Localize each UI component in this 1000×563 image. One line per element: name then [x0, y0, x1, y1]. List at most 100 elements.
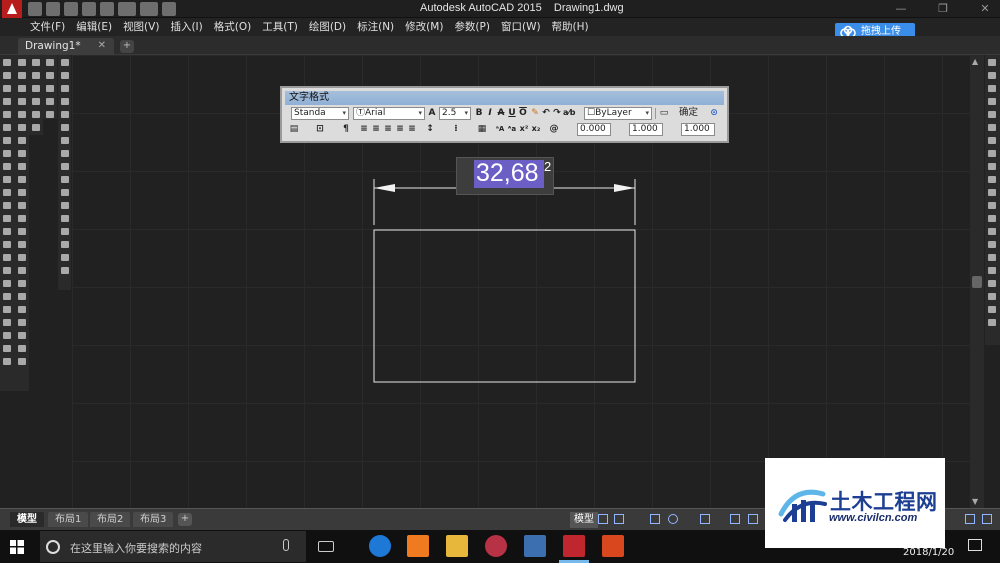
mtext-value[interactable]: 32,68	[476, 158, 539, 188]
toolbar-tool-icon[interactable]	[61, 189, 69, 196]
toolbar-tool-icon[interactable]	[988, 267, 996, 274]
toolbar-tool-icon[interactable]	[3, 202, 11, 209]
overline-button[interactable]: O	[518, 107, 528, 119]
annotative-icon[interactable]: A	[427, 107, 437, 119]
toolbar-tool-icon[interactable]	[61, 267, 69, 274]
toolbar-tool-icon[interactable]	[3, 189, 11, 196]
toolbar-tool-icon[interactable]	[3, 254, 11, 261]
toolbar-tool-icon[interactable]	[32, 111, 40, 118]
tab-layout1[interactable]: 布局1	[48, 512, 89, 527]
print-icon[interactable]	[100, 2, 114, 16]
toolbar-tool-icon[interactable]	[18, 124, 26, 131]
ruler-icon[interactable]: ▭	[659, 107, 669, 119]
toolbar-tool-icon[interactable]	[988, 215, 996, 222]
text-format-title[interactable]: 文字格式	[285, 91, 724, 105]
toolbar-tool-icon[interactable]	[18, 163, 26, 170]
toolbar-tool-icon[interactable]	[3, 280, 11, 287]
text-style-select[interactable]: Standa ▾	[291, 107, 349, 120]
polar-icon[interactable]	[668, 514, 678, 524]
toolbar-tool-icon[interactable]	[988, 176, 996, 183]
menu-modify[interactable]: 修改(M)	[405, 20, 450, 34]
toolbar-tool-icon[interactable]	[18, 150, 26, 157]
toolbar-tool-icon[interactable]	[18, 267, 26, 274]
toolbar-tool-icon[interactable]	[18, 358, 26, 365]
toolbar-tool-icon[interactable]	[32, 59, 40, 66]
scroll-thumb[interactable]	[972, 276, 982, 288]
align-center-icon[interactable]: ≡	[371, 123, 381, 135]
toolbar-tool-icon[interactable]	[61, 111, 69, 118]
font-select[interactable]: ⓉArial ▾	[353, 107, 425, 120]
save-icon[interactable]	[64, 2, 78, 16]
toolbar-tool-icon[interactable]	[3, 72, 11, 79]
notification-icon[interactable]	[968, 539, 982, 551]
toolbar-tool-icon[interactable]	[32, 124, 40, 131]
toolbar-tool-icon[interactable]	[61, 124, 69, 131]
open-file-icon[interactable]	[46, 2, 60, 16]
fullscreen-icon[interactable]	[965, 514, 975, 524]
toolbar-tool-icon[interactable]	[3, 137, 11, 144]
subscript-icon[interactable]: x₂	[531, 123, 541, 135]
browser-icon[interactable]	[407, 535, 429, 557]
menu-tools[interactable]: 工具(T)	[262, 20, 305, 34]
menu-dimension[interactable]: 标注(N)	[357, 20, 401, 34]
toolbar-tool-icon[interactable]	[61, 150, 69, 157]
toolbar-tool-icon[interactable]	[3, 85, 11, 92]
redo-icon[interactable]	[140, 2, 158, 16]
toolbar-tool-icon[interactable]	[46, 98, 54, 105]
toolbar-tool-icon[interactable]	[18, 72, 26, 79]
file-explorer-icon[interactable]	[446, 535, 468, 557]
osnap-icon[interactable]	[700, 514, 710, 524]
menu-help[interactable]: 帮助(H)	[552, 20, 596, 34]
toolbar-tool-icon[interactable]	[32, 85, 40, 92]
toolbar-tool-icon[interactable]	[32, 72, 40, 79]
taskbar-date[interactable]: 2018/1/20	[903, 547, 954, 558]
add-layout-button[interactable]: +	[178, 513, 192, 526]
toolbar-tool-icon[interactable]	[988, 254, 996, 261]
toolbar-tool-icon[interactable]	[18, 111, 26, 118]
menu-view[interactable]: 视图(V)	[123, 20, 166, 34]
toolbar-tool-icon[interactable]	[3, 345, 11, 352]
symbol-icon[interactable]: @	[549, 123, 559, 135]
toolbar-tool-icon[interactable]	[988, 241, 996, 248]
undo-text-icon[interactable]: ↶	[541, 107, 551, 119]
menu-parametric[interactable]: 参数(P)	[454, 20, 497, 34]
toolbar-tool-icon[interactable]	[3, 267, 11, 274]
toolbar-tool-icon[interactable]	[61, 254, 69, 261]
toolbar-tool-icon[interactable]	[18, 189, 26, 196]
toolbar-tool-icon[interactable]	[3, 241, 11, 248]
menu-insert[interactable]: 插入(I)	[170, 20, 209, 34]
paint-icon[interactable]	[485, 535, 507, 557]
text-color-select[interactable]: ☐ByLayer ▾	[584, 107, 652, 120]
mtext-justify-icon[interactable]: ⊡	[315, 123, 325, 135]
toolbar-tool-icon[interactable]	[988, 124, 996, 131]
toolbar-tool-icon[interactable]	[61, 163, 69, 170]
toolbar-tool-icon[interactable]	[61, 215, 69, 222]
toolbar-tool-icon[interactable]	[988, 98, 996, 105]
underline-button[interactable]: U	[507, 107, 517, 119]
toolbar-tool-icon[interactable]	[3, 111, 11, 118]
menu-draw[interactable]: 绘图(D)	[309, 20, 353, 34]
toolbar-tool-icon[interactable]	[988, 137, 996, 144]
toolbar-tool-icon[interactable]	[3, 98, 11, 105]
new-tab-button[interactable]: +	[120, 40, 134, 53]
toolbar-tool-icon[interactable]	[3, 59, 11, 66]
align-right-icon[interactable]: ≡	[383, 123, 393, 135]
toolbar-tool-icon[interactable]	[61, 176, 69, 183]
powerpoint-icon[interactable]	[602, 535, 624, 557]
toolbar-tool-icon[interactable]	[3, 293, 11, 300]
toolbar-tool-icon[interactable]	[61, 241, 69, 248]
tab-layout3[interactable]: 布局3	[133, 512, 174, 527]
microphone-icon[interactable]	[283, 539, 289, 551]
toolbar-tool-icon[interactable]	[988, 306, 996, 313]
undo-icon[interactable]	[118, 2, 136, 16]
toolbar-tool-icon[interactable]	[18, 98, 26, 105]
width-factor-input[interactable]: 1.000	[681, 123, 715, 136]
close-icon[interactable]: ✕	[979, 3, 991, 15]
toolbar-tool-icon[interactable]	[18, 85, 26, 92]
paragraph-icon[interactable]: ¶	[341, 123, 351, 135]
toolbar-tool-icon[interactable]	[61, 202, 69, 209]
align-justify-icon[interactable]: ≡	[395, 123, 405, 135]
toolbar-tool-icon[interactable]	[18, 176, 26, 183]
autocad-task-icon[interactable]	[563, 535, 585, 557]
toolbar-tool-icon[interactable]	[988, 72, 996, 79]
